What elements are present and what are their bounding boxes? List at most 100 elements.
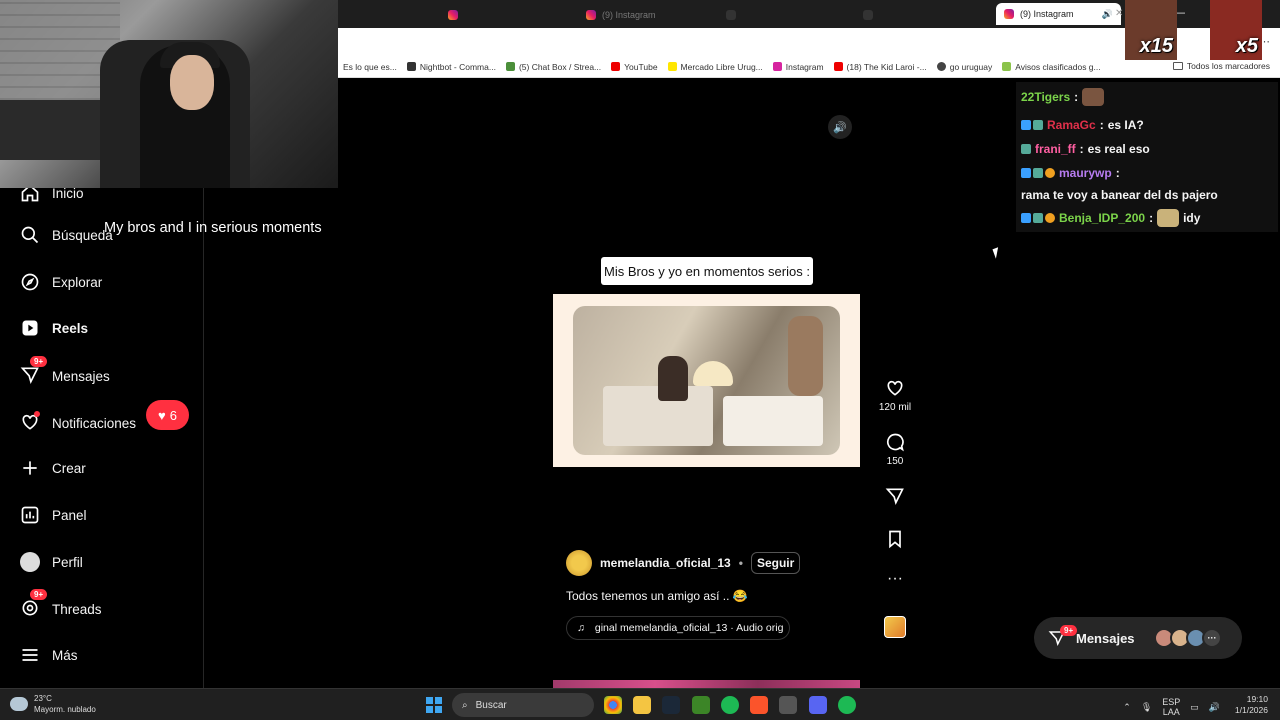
bookmark[interactable]: Es lo que es... bbox=[338, 62, 402, 72]
chat-message: maurywp: rama te voy a banear del ds paje… bbox=[1021, 166, 1218, 202]
sidebar-item-mensajes[interactable]: 9+ Mensajes bbox=[20, 356, 110, 388]
browser-tab[interactable] bbox=[726, 6, 736, 24]
reel-description[interactable]: Todos tenemos un amigo así .. 😂 bbox=[566, 589, 748, 603]
plus-icon bbox=[23, 461, 37, 475]
sidebar-item-busqueda[interactable]: Búsqueda bbox=[20, 225, 113, 245]
comment-count: 150 bbox=[886, 456, 904, 467]
reel-player[interactable]: 🔊 Mis Bros y yo en momentos serios : mem… bbox=[553, 107, 860, 654]
chart-icon bbox=[21, 506, 39, 524]
chat-message: Benja_IDP_200: idy bbox=[1021, 209, 1200, 227]
sidebar-item-crear[interactable]: Crear bbox=[20, 458, 86, 478]
avatar[interactable] bbox=[566, 550, 592, 576]
microphone-icon[interactable]: 🎙 bbox=[1141, 702, 1152, 713]
bookmark[interactable]: YouTube bbox=[606, 62, 662, 72]
messages-pill[interactable]: 9+ Mensajes ··· bbox=[1034, 617, 1242, 659]
app-icon[interactable] bbox=[838, 696, 856, 714]
save-button[interactable] bbox=[878, 529, 912, 553]
taskbar-search[interactable]: ⌕ Buscar bbox=[452, 693, 594, 717]
browser-tab[interactable] bbox=[863, 6, 873, 24]
network-icon[interactable]: ▭ bbox=[1190, 702, 1199, 713]
like-count: 120 mil bbox=[878, 402, 912, 413]
webcam-overlay bbox=[0, 0, 338, 188]
folder-icon bbox=[1172, 62, 1183, 70]
subtitle-overlay: My bros and I in serious moments bbox=[104, 220, 322, 236]
file-explorer-icon[interactable] bbox=[633, 696, 651, 714]
sidebar-item-explorar[interactable]: Explorar bbox=[20, 272, 102, 292]
sidebar-item-mas[interactable]: Más bbox=[20, 645, 78, 665]
unread-badge: 9+ bbox=[30, 356, 48, 367]
weather-widget[interactable]: 23°C Mayorm. nublado bbox=[10, 693, 96, 715]
chat-message: 22Tigers: bbox=[1021, 88, 1105, 106]
bookmark[interactable]: (18) The Kid Laroi -... bbox=[829, 62, 932, 72]
sidebar-item-perfil[interactable]: Perfil bbox=[20, 552, 83, 572]
speaker-icon[interactable]: 🔊 bbox=[1209, 702, 1220, 713]
chat-username: RamaGc bbox=[1047, 118, 1096, 132]
steam-icon[interactable] bbox=[662, 696, 680, 714]
stream-chat-overlay: 22Tigers: RamaGc: es IA? frani_ff: es real… bbox=[1016, 82, 1278, 232]
share-icon bbox=[885, 488, 904, 505]
reel-text-caption: Mis Bros y yo en momentos serios : bbox=[601, 257, 813, 285]
bookmark[interactable]: Mercado Libre Urug... bbox=[663, 62, 768, 72]
reels-icon bbox=[22, 320, 38, 336]
messages-icon bbox=[20, 367, 39, 384]
sidebar-item-reels[interactable]: Reels bbox=[20, 318, 88, 338]
more-icon: ··· bbox=[1202, 628, 1222, 648]
reel-audio[interactable]: ♫ ginal memelandia_oficial_13 · Audio or… bbox=[566, 616, 790, 640]
clock[interactable]: 19:10 1/1/2026 bbox=[1235, 694, 1268, 716]
profile-icon bbox=[20, 552, 40, 572]
minecraft-icon[interactable] bbox=[692, 696, 710, 714]
more-options-icon[interactable]: ··· bbox=[878, 571, 912, 587]
chat-message: RamaGc: es IA? bbox=[1021, 116, 1144, 134]
emote-icon bbox=[1157, 209, 1180, 227]
chevron-up-icon[interactable]: ⌃ bbox=[1123, 702, 1131, 713]
windows-start-icon[interactable] bbox=[426, 697, 442, 713]
tiktok-icon bbox=[863, 10, 873, 20]
chat-username: 22Tigers bbox=[1021, 90, 1071, 104]
next-reel-preview[interactable] bbox=[553, 680, 860, 688]
spotify-icon[interactable] bbox=[721, 696, 739, 714]
bookmark[interactable]: (5) Chat Box / Strea... bbox=[501, 62, 606, 72]
music-note-icon: ♫ bbox=[577, 622, 585, 634]
volume-icon[interactable]: 🔊 bbox=[828, 115, 852, 139]
menu-icon bbox=[22, 649, 38, 661]
emote-overlay: x5 bbox=[1210, 0, 1262, 60]
bookmark[interactable]: Avisos clasificados g... bbox=[997, 62, 1105, 72]
system-tray: ⌃ 🎙 ESP LAA ▭ 🔊 bbox=[1123, 697, 1220, 717]
sidebar-item-threads[interactable]: 9+ Threads bbox=[20, 589, 102, 621]
comment-icon bbox=[886, 433, 904, 452]
comment-button[interactable]: 150 bbox=[878, 432, 912, 467]
chrome-icon[interactable] bbox=[604, 696, 622, 714]
browser-tab-active[interactable]: (9) Instagram 🔊 bbox=[996, 3, 1121, 25]
follow-button[interactable]: Seguir bbox=[750, 552, 801, 574]
notifications-pill[interactable]: ♥ 6 bbox=[146, 400, 189, 430]
instagram-icon bbox=[586, 10, 596, 20]
bookmark[interactable]: Instagram bbox=[768, 62, 829, 72]
author-username[interactable]: memelandia_oficial_13 bbox=[600, 556, 731, 570]
reel-video-panel bbox=[553, 294, 860, 467]
like-button[interactable]: 120 mil bbox=[878, 378, 912, 413]
share-button[interactable] bbox=[878, 486, 912, 510]
close-tab-icon[interactable]: ✕ bbox=[1115, 8, 1123, 19]
browser-tab[interactable] bbox=[448, 6, 458, 24]
sidebar-item-panel[interactable]: Panel bbox=[20, 505, 87, 525]
recent-contacts-avatars: ··· bbox=[1154, 628, 1222, 648]
speaker-icon[interactable]: 🔊 bbox=[1102, 9, 1113, 20]
emote-overlay: x15 bbox=[1125, 0, 1177, 60]
browser-tab[interactable]: (9) Instagram bbox=[586, 6, 656, 24]
sidebar-item-notificaciones[interactable]: Notificaciones bbox=[20, 411, 136, 435]
bookmarks-folder[interactable]: Todos los marcadores bbox=[1172, 61, 1270, 71]
bookmark[interactable]: go uruguay bbox=[932, 62, 998, 72]
instagram-icon bbox=[448, 10, 458, 20]
heart-icon bbox=[887, 380, 903, 396]
obs-icon[interactable] bbox=[779, 696, 797, 714]
discord-icon[interactable] bbox=[809, 696, 827, 714]
bookmark[interactable]: Nightbot - Comma... bbox=[402, 62, 501, 72]
audio-avatar[interactable] bbox=[884, 616, 906, 638]
compass-icon bbox=[21, 273, 39, 291]
heart-filled-icon: ♥ bbox=[158, 407, 166, 423]
tiktok-icon bbox=[726, 10, 736, 20]
brave-icon[interactable] bbox=[750, 696, 768, 714]
search-icon bbox=[21, 226, 39, 244]
chat-username: maurywp bbox=[1059, 166, 1112, 180]
threads-icon bbox=[22, 600, 38, 616]
